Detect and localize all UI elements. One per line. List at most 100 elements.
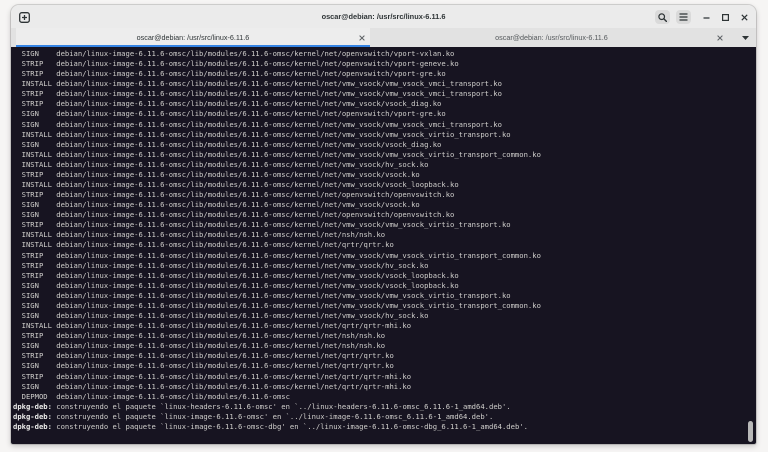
terminal-line: STRIP debian/linux-image-6.11.6-omsc/lib/… <box>13 372 541 382</box>
close-icon <box>359 35 365 41</box>
tab-label: oscar@debian: /usr/src/linux-6.11.6 <box>136 33 250 42</box>
build-action: DEPMOD <box>21 391 48 401</box>
terminal-line: SIGN debian/linux-image-6.11.6-omsc/lib/m… <box>13 361 541 371</box>
maximize-icon <box>721 13 729 21</box>
terminal-line: INSTALL debian/linux-image-6.11.6-omsc/li… <box>13 240 541 250</box>
module-path: debian/linux-image-6.11.6-omsc/lib/modul… <box>56 169 420 179</box>
terminal-output: SIGN debian/linux-image-6.11.6-omsc/lib/m… <box>13 49 541 432</box>
close-window-button[interactable] <box>738 10 750 24</box>
build-action: INSTALL <box>21 180 52 190</box>
terminal-line: INSTALL debian/linux-image-6.11.6-omsc/li… <box>13 321 541 331</box>
module-path: debian/linux-image-6.11.6-omsc/lib/modul… <box>56 79 502 89</box>
build-action: INSTALL <box>21 230 52 240</box>
terminal-line: DEPMOD debian/linux-image-6.11.6-omsc/lib… <box>13 392 541 402</box>
terminal-line: INSTALL debian/linux-image-6.11.6-omsc/li… <box>13 79 541 89</box>
terminal-line: INSTALL debian/linux-image-6.11.6-omsc/li… <box>13 150 541 160</box>
build-action: STRIP <box>21 250 44 260</box>
build-action: SIGN <box>21 210 39 220</box>
build-action: SIGN <box>21 341 39 351</box>
tab-terminal-1[interactable]: oscar@debian: /usr/src/linux-6.11.6 <box>16 28 370 47</box>
scrollbar-thumb[interactable] <box>748 421 753 442</box>
build-action: SIGN <box>21 290 39 300</box>
dpkg-prefix: dpkg-deb: <box>13 411 52 421</box>
terminal-line: dpkg-deb: construyendo el paquete `linux-… <box>13 412 541 422</box>
main-menu-button[interactable] <box>676 10 691 24</box>
module-path: debian/linux-image-6.11.6-omsc/lib/modul… <box>56 361 394 371</box>
module-path: debian/linux-image-6.11.6-omsc/lib/modul… <box>56 290 511 300</box>
module-path: debian/linux-image-6.11.6-omsc/lib/modul… <box>56 270 459 280</box>
terminal-window: oscar@debian: /usr/src/linux-6.11.6 osca… <box>11 5 756 444</box>
build-action: INSTALL <box>21 159 52 169</box>
dpkg-message: construyendo el paquete `linux-image-6.1… <box>56 411 494 421</box>
tab-close-button[interactable] <box>358 34 366 42</box>
module-path: debian/linux-image-6.11.6-omsc/lib/modul… <box>56 89 502 99</box>
terminal-line: SIGN debian/linux-image-6.11.6-omsc/lib/m… <box>13 301 541 311</box>
module-path: debian/linux-image-6.11.6-omsc/lib/modul… <box>56 371 412 381</box>
module-path: debian/linux-image-6.11.6-omsc/lib/modul… <box>56 220 511 230</box>
build-action: SIGN <box>21 200 39 210</box>
terminal-line: SIGN debian/linux-image-6.11.6-omsc/lib/m… <box>13 281 541 291</box>
terminal-line: STRIP debian/linux-image-6.11.6-omsc/lib/… <box>13 59 541 69</box>
terminal-line: dpkg-deb: construyendo el paquete `linux-… <box>13 402 541 412</box>
terminal-view[interactable]: SIGN debian/linux-image-6.11.6-omsc/lib/m… <box>11 47 756 444</box>
build-action: STRIP <box>21 220 44 230</box>
chevron-down-icon <box>741 36 749 40</box>
dpkg-message: construyendo el paquete `linux-headers-6… <box>56 401 511 411</box>
tabs-menu-button[interactable] <box>740 34 750 42</box>
module-path: debian/linux-image-6.11.6-omsc/lib/modul… <box>56 139 442 149</box>
close-icon <box>740 13 748 21</box>
terminal-line: dpkg-deb: construyendo el paquete `linux-… <box>13 422 541 432</box>
minimize-button[interactable] <box>700 10 712 24</box>
build-action: INSTALL <box>21 129 52 139</box>
build-action: STRIP <box>21 260 44 270</box>
build-action: STRIP <box>21 190 44 200</box>
module-path: debian/linux-image-6.11.6-omsc/lib/modul… <box>56 59 459 69</box>
build-action: SIGN <box>21 49 39 58</box>
build-action: STRIP <box>21 99 44 109</box>
build-action: SIGN <box>21 381 39 391</box>
module-path: debian/linux-image-6.11.6-omsc/lib/modul… <box>56 69 446 79</box>
terminal-line: STRIP debian/linux-image-6.11.6-omsc/lib/… <box>13 220 541 230</box>
module-path: debian/linux-image-6.11.6-omsc/lib/modul… <box>56 300 541 310</box>
terminal-line: STRIP debian/linux-image-6.11.6-omsc/lib/… <box>13 261 541 271</box>
module-path: debian/linux-image-6.11.6-omsc/lib/modul… <box>56 240 394 250</box>
module-path: debian/linux-image-6.11.6-omsc/lib/modul… <box>56 129 511 139</box>
module-path: debian/linux-image-6.11.6-omsc/lib/modul… <box>56 250 541 260</box>
tab-terminal-2[interactable]: oscar@debian: /usr/src/linux-6.11.6 <box>375 28 728 47</box>
module-path: debian/linux-image-6.11.6-omsc/lib/modul… <box>56 49 455 58</box>
terminal-line: SIGN debian/linux-image-6.11.6-omsc/lib/m… <box>13 140 541 150</box>
terminal-line: SIGN debian/linux-image-6.11.6-omsc/lib/m… <box>13 49 541 59</box>
search-button[interactable] <box>655 10 670 24</box>
build-action: STRIP <box>21 331 44 341</box>
minimize-icon <box>703 16 709 19</box>
new-tab-button[interactable] <box>17 10 31 24</box>
module-path: debian/linux-image-6.11.6-omsc/lib/modul… <box>56 190 455 200</box>
tab-bar: oscar@debian: /usr/src/linux-6.11.6 osca… <box>11 28 756 47</box>
build-action: STRIP <box>21 270 44 280</box>
module-path: debian/linux-image-6.11.6-omsc/lib/modul… <box>56 99 442 109</box>
scrollbar[interactable] <box>747 49 754 442</box>
module-path: debian/linux-image-6.11.6-omsc/lib/modul… <box>56 311 429 321</box>
module-path: debian/linux-image-6.11.6-omsc/lib/modul… <box>56 351 394 361</box>
module-path: debian/linux-image-6.11.6-omsc/lib/modul… <box>56 341 386 351</box>
terminal-line: STRIP debian/linux-image-6.11.6-omsc/lib/… <box>13 331 541 341</box>
build-action: STRIP <box>21 371 44 381</box>
terminal-line: INSTALL debian/linux-image-6.11.6-omsc/li… <box>13 130 541 140</box>
terminal-line: SIGN debian/linux-image-6.11.6-omsc/lib/m… <box>13 200 541 210</box>
tab-close-button[interactable] <box>716 34 724 42</box>
module-path: debian/linux-image-6.11.6-omsc/lib/modul… <box>56 159 429 169</box>
build-action: SIGN <box>21 361 39 371</box>
maximize-button[interactable] <box>719 10 731 24</box>
module-path: debian/linux-image-6.11.6-omsc/lib/modul… <box>56 260 429 270</box>
module-path: debian/linux-image-6.11.6-omsc/lib/modul… <box>56 200 420 210</box>
header-bar[interactable]: oscar@debian: /usr/src/linux-6.11.6 <box>11 5 756 28</box>
terminal-line: STRIP debian/linux-image-6.11.6-omsc/lib/… <box>13 69 541 79</box>
build-action: INSTALL <box>21 149 52 159</box>
terminal-line: STRIP debian/linux-image-6.11.6-omsc/lib/… <box>13 190 541 200</box>
module-path: debian/linux-image-6.11.6-omsc/lib/modul… <box>56 119 502 129</box>
build-action: STRIP <box>21 351 44 361</box>
terminal-line: STRIP debian/linux-image-6.11.6-omsc/lib/… <box>13 99 541 109</box>
build-action: SIGN <box>21 311 39 321</box>
module-path: debian/linux-image-6.11.6-omsc/lib/modul… <box>56 391 290 401</box>
new-tab-icon <box>18 11 30 23</box>
